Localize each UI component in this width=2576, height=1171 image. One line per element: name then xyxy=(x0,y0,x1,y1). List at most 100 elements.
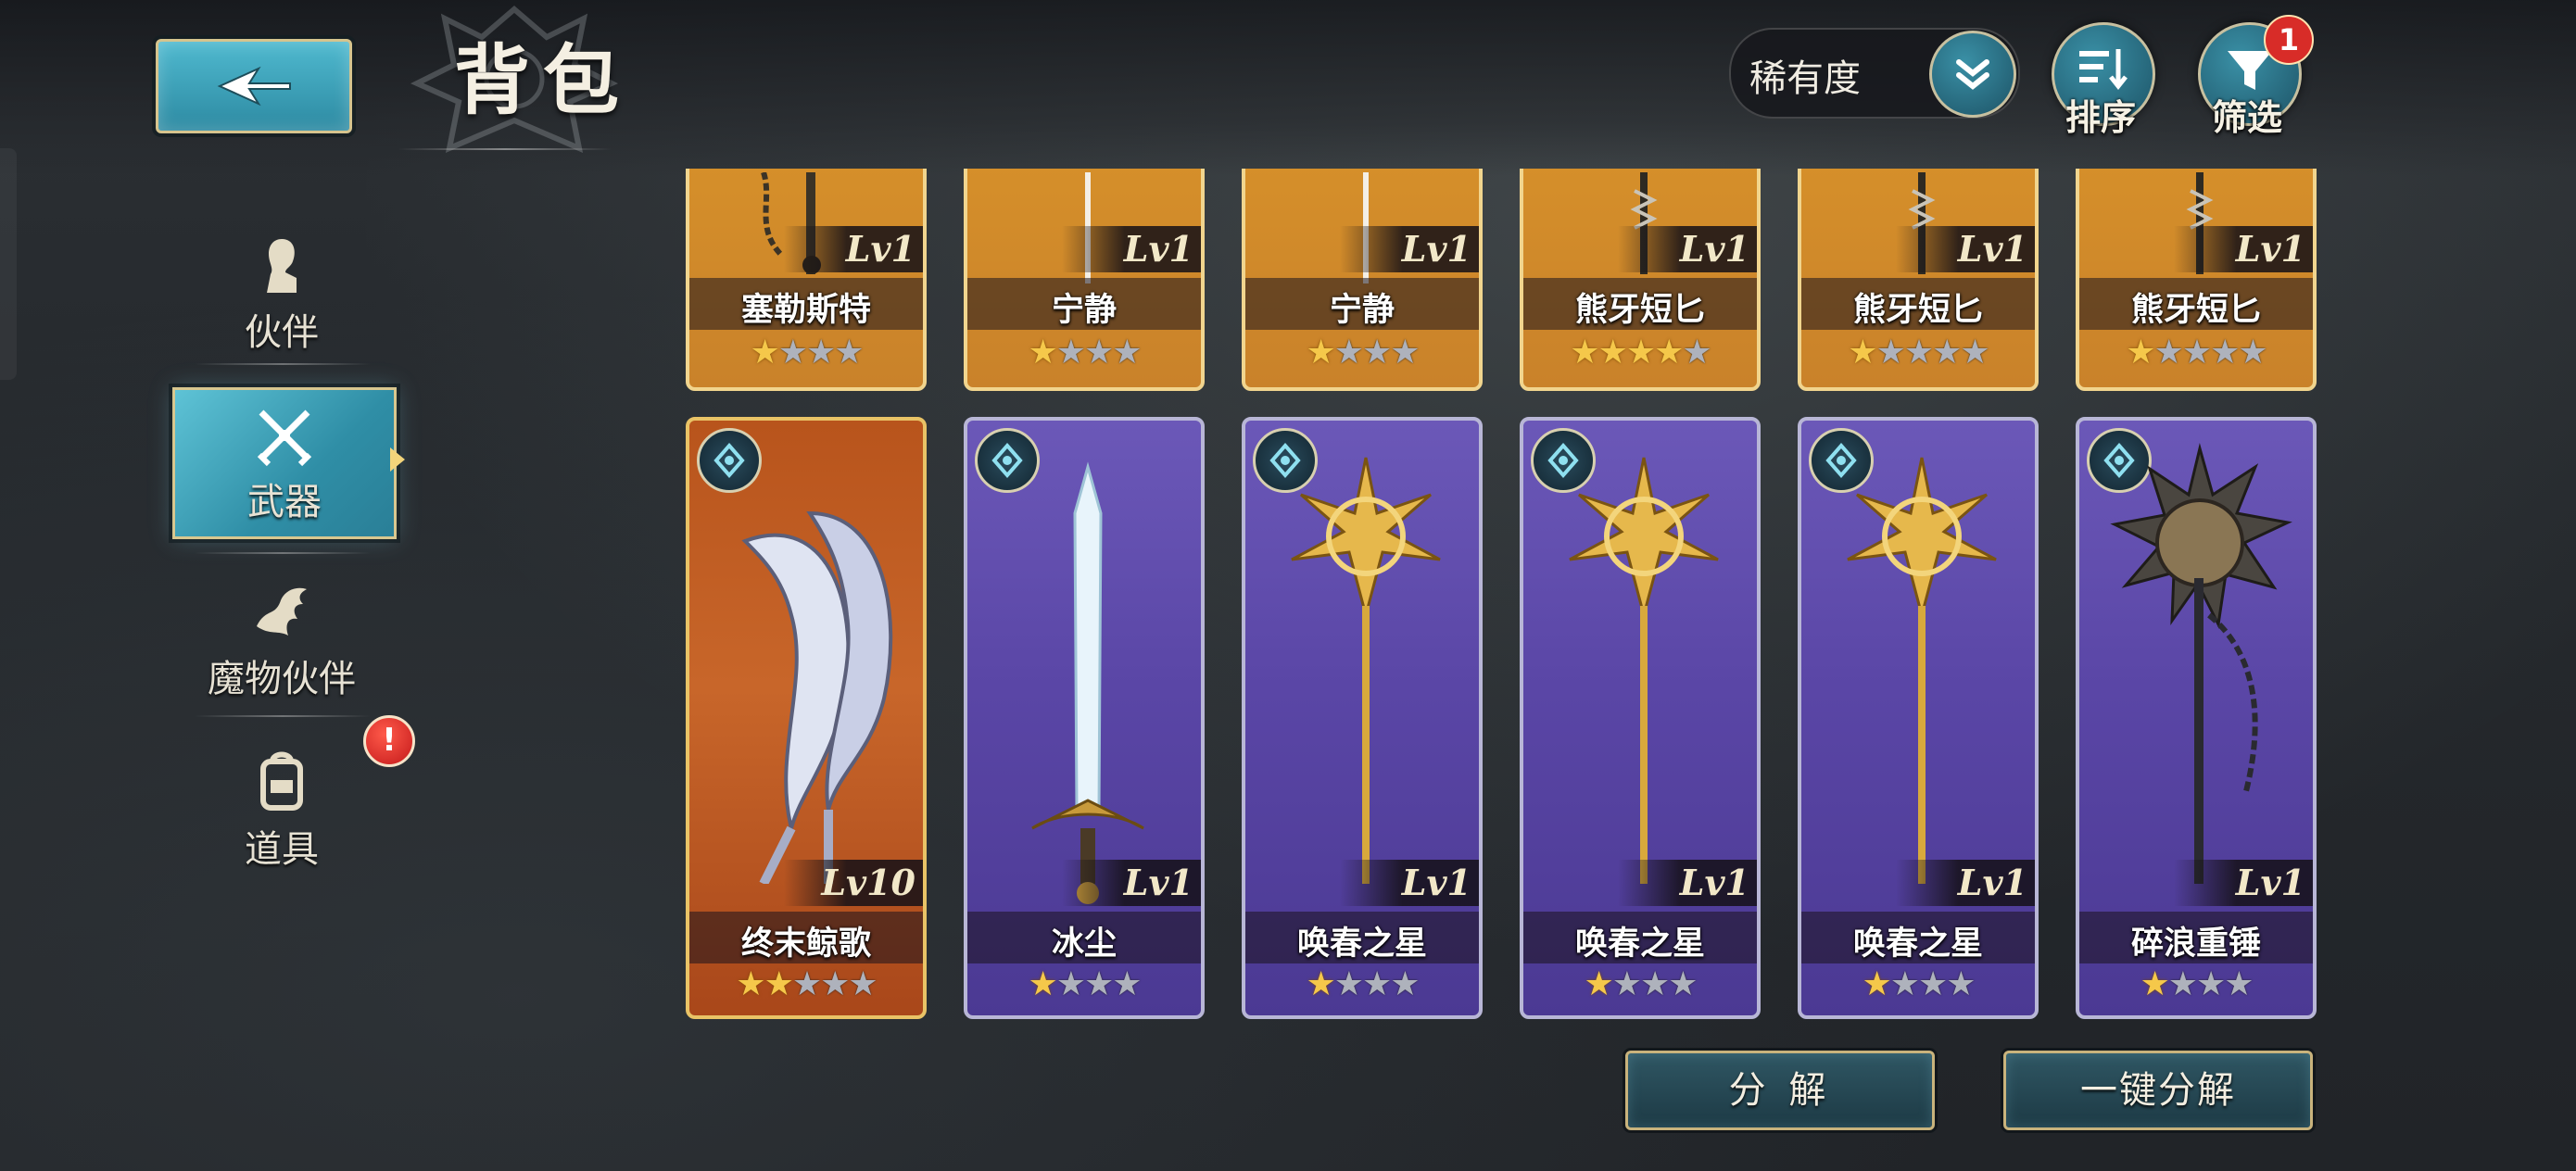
inventory-grid: Lv1 塞勒斯特 ★★★★ Lv1 宁静 ★★★★ Lv1 宁静 ★★★★ Lv… xyxy=(667,169,2335,1030)
star-empty-icon: ★ xyxy=(2153,334,2184,371)
star-empty-icon: ★ xyxy=(1946,965,1976,1003)
star-empty-icon: ★ xyxy=(1390,965,1420,1003)
backpack-icon xyxy=(260,751,303,811)
weapon-card[interactable]: Lv1 塞勒斯特 ★★★★ xyxy=(686,169,927,391)
star-empty-icon: ★ xyxy=(2224,965,2254,1003)
star-empty-icon: ★ xyxy=(2181,334,2212,371)
weapon-name: 唤春之星 xyxy=(1296,925,1427,963)
star-rating: ★★★★ xyxy=(1523,965,1757,1003)
left-edge-handle xyxy=(0,148,17,380)
sidebar-item-weapons[interactable]: 武器 xyxy=(172,387,405,539)
back-button[interactable] xyxy=(156,39,352,133)
star-empty-icon: ★ xyxy=(2196,965,2226,1003)
weapon-card[interactable]: Lv1 唤春之星 ★★★★ xyxy=(1798,417,2039,1019)
weapon-name: 碎浪重锤 xyxy=(2130,925,2261,963)
star-rating: ★★★★ xyxy=(2079,965,2313,1003)
star-rating: ★★★★ xyxy=(967,334,1201,371)
twin-scythe-icon xyxy=(741,510,893,884)
star-empty-icon: ★ xyxy=(1918,965,1948,1003)
weapon-card[interactable]: Lv1 冰尘 ★★★★ xyxy=(964,417,1205,1019)
level-label: Lv1 xyxy=(1618,226,1757,272)
star-rating: ★★★★★ xyxy=(1523,334,1757,371)
one-click-decompose-button[interactable]: 一键分解 xyxy=(2003,1051,2313,1130)
double-chevron-down-icon[interactable] xyxy=(1929,31,2016,118)
star-empty-icon: ★ xyxy=(1960,334,1989,371)
star-empty-icon: ★ xyxy=(834,334,864,371)
sidebar-item-companion[interactable]: 伙伴 xyxy=(172,222,391,371)
weapon-card[interactable]: Lv10 终末鲸歌 ★★★★★ xyxy=(686,417,927,1019)
crossed-swords-icon xyxy=(257,409,312,467)
weapon-name: 熊牙短匕 xyxy=(1574,292,1705,329)
star-empty-icon: ★ xyxy=(1112,334,1142,371)
weapon-card[interactable]: Lv1 熊牙短匕 ★★★★★ xyxy=(2076,169,2317,391)
weapon-name: 唤春之星 xyxy=(1852,925,1983,963)
star-rating: ★★★★★ xyxy=(689,965,923,1003)
sort-label: 排序 xyxy=(2065,97,2136,138)
star-empty-icon: ★ xyxy=(1055,334,1086,371)
star-empty-icon: ★ xyxy=(848,965,878,1003)
star-empty-icon: ★ xyxy=(1112,965,1142,1003)
star-empty-icon: ★ xyxy=(1682,334,1711,371)
level-label: Lv1 xyxy=(1618,860,1757,906)
star-empty-icon: ★ xyxy=(2167,965,2198,1003)
star-empty-icon: ★ xyxy=(1333,965,1364,1003)
sidebar-item-monster-companion[interactable]: 魔物伙伴 xyxy=(172,567,391,715)
weapon-name: 熊牙短匕 xyxy=(2130,292,2261,329)
weapon-card[interactable]: Lv1 熊牙短匕 ★★★★★ xyxy=(1520,169,1761,391)
level-label: Lv1 xyxy=(2174,860,2313,906)
star-filled-icon: ★ xyxy=(764,965,794,1003)
sidebar-divider xyxy=(195,552,371,554)
weapon-card[interactable]: Lv1 唤春之星 ★★★★ xyxy=(1520,417,1761,1019)
star-rating: ★★★★ xyxy=(1245,965,1479,1003)
items-alert-badge: ! xyxy=(363,715,415,767)
star-rating: ★★★★★ xyxy=(1801,334,2035,371)
decompose-button[interactable]: 分 解 xyxy=(1625,1051,1935,1130)
star-filled-icon: ★ xyxy=(750,334,779,371)
star-empty-icon: ★ xyxy=(791,965,822,1003)
weapon-name: 宁静 xyxy=(1051,292,1117,329)
weapon-name: 塞勒斯特 xyxy=(740,292,871,329)
star-staff-icon xyxy=(1569,457,1719,884)
star-empty-icon: ★ xyxy=(1390,334,1420,371)
weapon-name: 终末鲸歌 xyxy=(740,925,871,963)
weapon-card[interactable]: Lv1 宁静 ★★★★ xyxy=(964,169,1205,391)
star-empty-icon: ★ xyxy=(1055,965,1086,1003)
star-staff-icon xyxy=(1291,457,1441,884)
weapon-card[interactable]: Lv1 宁静 ★★★★ xyxy=(1242,169,1483,391)
star-filled-icon: ★ xyxy=(736,965,765,1003)
star-rating: ★★★★ xyxy=(689,334,923,371)
weapon-card[interactable]: Lv1 碎浪重锤 ★★★★ xyxy=(2076,417,2317,1019)
level-label: Lv1 xyxy=(1896,860,2035,906)
dragon-icon xyxy=(257,587,307,636)
level-label: Lv1 xyxy=(1062,860,1201,906)
star-empty-icon: ★ xyxy=(806,334,836,371)
star-filled-icon: ★ xyxy=(1584,965,1613,1003)
star-filled-icon: ★ xyxy=(1862,965,1891,1003)
weapon-card[interactable]: Lv1 唤春之星 ★★★★ xyxy=(1242,417,1483,1019)
companion-icon xyxy=(267,239,297,293)
star-empty-icon: ★ xyxy=(1333,334,1364,371)
sidebar-divider xyxy=(195,715,371,717)
level-label: Lv1 xyxy=(1062,226,1201,272)
star-rating: ★★★★★ xyxy=(2079,334,2313,371)
level-label: Lv1 xyxy=(1340,860,1479,906)
star-rating: ★★★★ xyxy=(967,965,1201,1003)
sidebar-label-items: 道具 xyxy=(245,828,319,871)
star-empty-icon: ★ xyxy=(1362,965,1392,1003)
sidebar-item-items[interactable]: 道具 xyxy=(172,736,391,884)
sidebar-label-weapons: 武器 xyxy=(247,481,322,523)
weapon-name: 唤春之星 xyxy=(1574,925,1705,963)
top-bar xyxy=(0,0,2576,176)
star-filled-icon: ★ xyxy=(1570,334,1599,371)
star-empty-icon: ★ xyxy=(2238,334,2267,371)
star-staff-icon xyxy=(1847,457,1997,884)
star-empty-icon: ★ xyxy=(1084,334,1114,371)
star-empty-icon: ★ xyxy=(820,965,850,1003)
active-indicator-icon xyxy=(390,447,405,472)
rarity-sort-select[interactable]: 稀有度 xyxy=(1729,28,2020,119)
weapon-name: 熊牙短匕 xyxy=(1852,292,1983,329)
filter-label: 筛选 xyxy=(2211,97,2282,138)
star-filled-icon: ★ xyxy=(1306,965,1335,1003)
weapon-card[interactable]: Lv1 熊牙短匕 ★★★★★ xyxy=(1798,169,2039,391)
weapon-name: 冰尘 xyxy=(1051,925,1117,963)
